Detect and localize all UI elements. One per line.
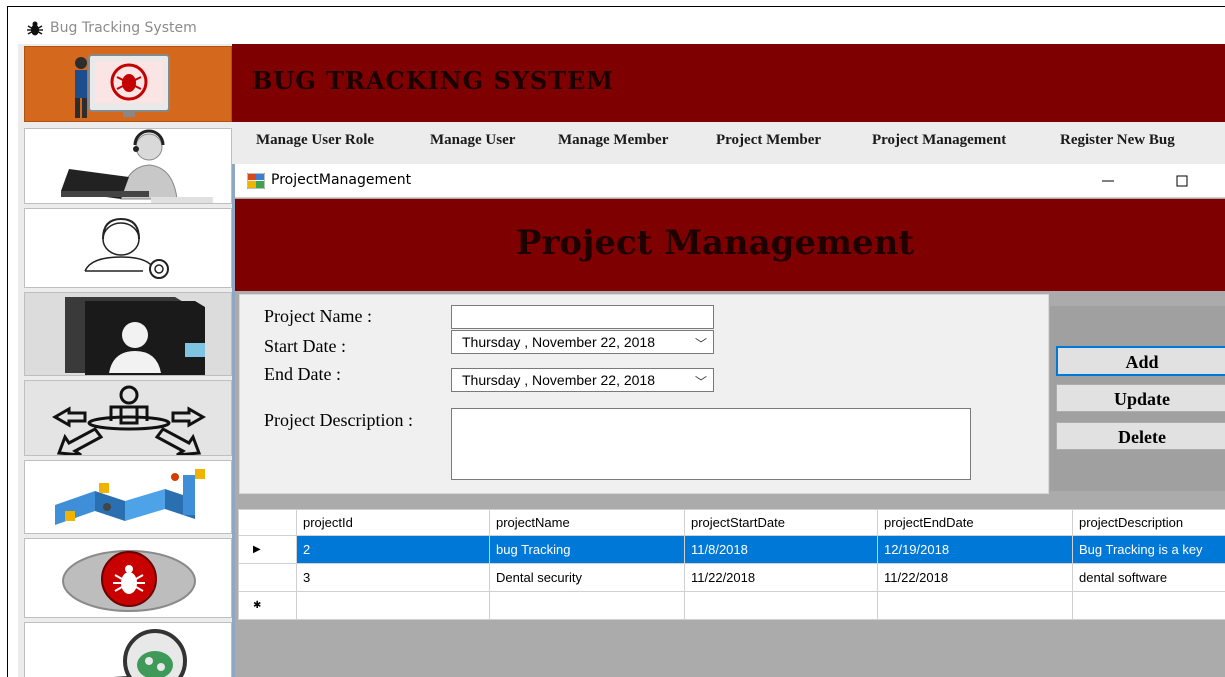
maximize-icon bbox=[1176, 175, 1188, 187]
frame-top-border bbox=[7, 6, 1225, 7]
main-app-window: Bug Tracking System BUG TRACKING SYSTEM bbox=[18, 14, 1225, 677]
grid-corner-header[interactable] bbox=[238, 509, 297, 536]
banner-title: BUG TRACKING SYSTEM bbox=[252, 66, 614, 95]
description-label: Project Description : bbox=[264, 410, 413, 430]
menu-manage-user[interactable]: Manage User bbox=[430, 132, 515, 149]
frame-left-border bbox=[7, 6, 8, 677]
row-selector[interactable] bbox=[238, 563, 297, 592]
user-folder-icon bbox=[65, 297, 205, 375]
sidebar bbox=[18, 122, 232, 677]
new-row-icon[interactable]: ✱ bbox=[238, 591, 297, 620]
cell-description[interactable] bbox=[1072, 591, 1225, 620]
update-button[interactable]: Update bbox=[1056, 384, 1225, 412]
cell-start-date[interactable]: 11/22/2018 bbox=[684, 563, 878, 592]
chevron-down-icon: ﹀ bbox=[694, 375, 707, 389]
menu-project-management[interactable]: Project Management bbox=[872, 132, 1006, 149]
menu-manage-member[interactable]: Manage Member bbox=[558, 132, 668, 149]
table-row[interactable]: ▶ 2 bug Tracking 11/8/2018 12/19/2018 Bu… bbox=[238, 535, 1225, 564]
cell-description[interactable]: dental software bbox=[1072, 563, 1225, 592]
user-network-icon bbox=[51, 385, 207, 455]
child-window-title: ProjectManagement bbox=[271, 172, 412, 188]
sidebar-item-user-role[interactable] bbox=[24, 208, 232, 288]
minimize-icon bbox=[1102, 180, 1114, 182]
minimize-button[interactable] bbox=[1093, 168, 1123, 194]
cell-end-date[interactable] bbox=[877, 591, 1073, 620]
start-date-value: Thursday , November 22, 2018 bbox=[462, 334, 655, 350]
action-button-panel: Add Update Delete bbox=[1050, 306, 1225, 491]
end-date-value: Thursday , November 22, 2018 bbox=[462, 372, 655, 388]
column-header-project-name[interactable]: projectName bbox=[489, 509, 685, 536]
menu-manage-user-role[interactable]: Manage User Role bbox=[256, 132, 374, 149]
app-logo bbox=[24, 46, 232, 122]
bug-search-icon bbox=[112, 629, 187, 677]
start-date-picker[interactable]: Thursday , November 22, 2018 ﹀ bbox=[451, 330, 714, 354]
column-header-end-date[interactable]: projectEndDate bbox=[877, 509, 1073, 536]
grid-header-row: projectId projectName projectStartDate p… bbox=[238, 509, 1225, 536]
project-management-window: ProjectManagement Project Management Pro… bbox=[232, 164, 1225, 677]
row-selector-icon[interactable]: ▶ bbox=[238, 535, 297, 564]
support-agent-icon bbox=[61, 129, 213, 203]
page-header: Project Management bbox=[235, 199, 1225, 291]
column-header-description[interactable]: projectDescription bbox=[1072, 509, 1225, 536]
cell-end-date[interactable]: 12/19/2018 bbox=[877, 535, 1073, 564]
sidebar-item-user[interactable] bbox=[24, 292, 232, 376]
cell-project-name[interactable] bbox=[489, 591, 685, 620]
cell-project-name[interactable]: Dental security bbox=[489, 563, 685, 592]
new-row[interactable]: ✱ bbox=[238, 591, 1225, 620]
app-titlebar: Bug Tracking System bbox=[18, 14, 1225, 44]
column-header-start-date[interactable]: projectStartDate bbox=[684, 509, 878, 536]
end-date-label: End Date : bbox=[264, 364, 341, 384]
app-title: Bug Tracking System bbox=[50, 20, 197, 36]
project-form: Project Name : Start Date : Thursday , N… bbox=[239, 294, 1049, 494]
cell-project-name[interactable]: bug Tracking bbox=[489, 535, 685, 564]
table-row[interactable]: 3 Dental security 11/22/2018 11/22/2018 … bbox=[238, 563, 1225, 592]
sidebar-item-member[interactable] bbox=[24, 380, 232, 456]
workflow-icon bbox=[55, 469, 205, 525]
cell-start-date[interactable]: 11/8/2018 bbox=[684, 535, 878, 564]
sidebar-item-search-bug[interactable] bbox=[24, 622, 232, 677]
project-name-label: Project Name : bbox=[264, 306, 372, 326]
page-title: Project Management bbox=[515, 223, 915, 263]
form-icon bbox=[247, 173, 265, 189]
cell-start-date[interactable] bbox=[684, 591, 878, 620]
cell-project-id[interactable] bbox=[296, 591, 490, 620]
chevron-down-icon: ﹀ bbox=[694, 337, 707, 351]
description-textarea[interactable] bbox=[451, 408, 971, 480]
menu-register-new-bug[interactable]: Register New Bug bbox=[1060, 132, 1175, 149]
delete-button[interactable]: Delete bbox=[1056, 422, 1225, 450]
cell-description[interactable]: Bug Tracking is a key bbox=[1072, 535, 1225, 564]
app-banner: BUG TRACKING SYSTEM bbox=[232, 44, 1225, 122]
logo-monitor-bug-icon bbox=[75, 54, 170, 118]
column-header-project-id[interactable]: projectId bbox=[296, 509, 490, 536]
user-settings-icon bbox=[84, 217, 169, 279]
cell-end-date[interactable]: 11/22/2018 bbox=[877, 563, 1073, 592]
sidebar-item-register-bug[interactable] bbox=[24, 538, 232, 618]
maximize-button[interactable] bbox=[1167, 168, 1197, 194]
bug-button-icon bbox=[62, 550, 196, 612]
cell-project-id[interactable]: 3 bbox=[296, 563, 490, 592]
main-menu-bar: Manage User Role Manage User Manage Memb… bbox=[232, 122, 1225, 160]
end-date-picker[interactable]: Thursday , November 22, 2018 ﹀ bbox=[451, 368, 714, 392]
cell-project-id[interactable]: 2 bbox=[296, 535, 490, 564]
menu-project-member[interactable]: Project Member bbox=[716, 132, 821, 149]
add-button[interactable]: Add bbox=[1056, 346, 1225, 376]
sidebar-item-support[interactable] bbox=[24, 128, 232, 204]
child-titlebar: ProjectManagement bbox=[235, 164, 1225, 198]
projects-grid-area: projectId projectName projectStartDate p… bbox=[235, 506, 1225, 677]
project-name-input[interactable] bbox=[451, 305, 714, 329]
start-date-label: Start Date : bbox=[264, 336, 346, 356]
sidebar-item-project-member[interactable] bbox=[24, 460, 232, 534]
projects-data-grid[interactable]: projectId projectName projectStartDate p… bbox=[238, 509, 1225, 620]
bug-icon bbox=[27, 21, 43, 36]
